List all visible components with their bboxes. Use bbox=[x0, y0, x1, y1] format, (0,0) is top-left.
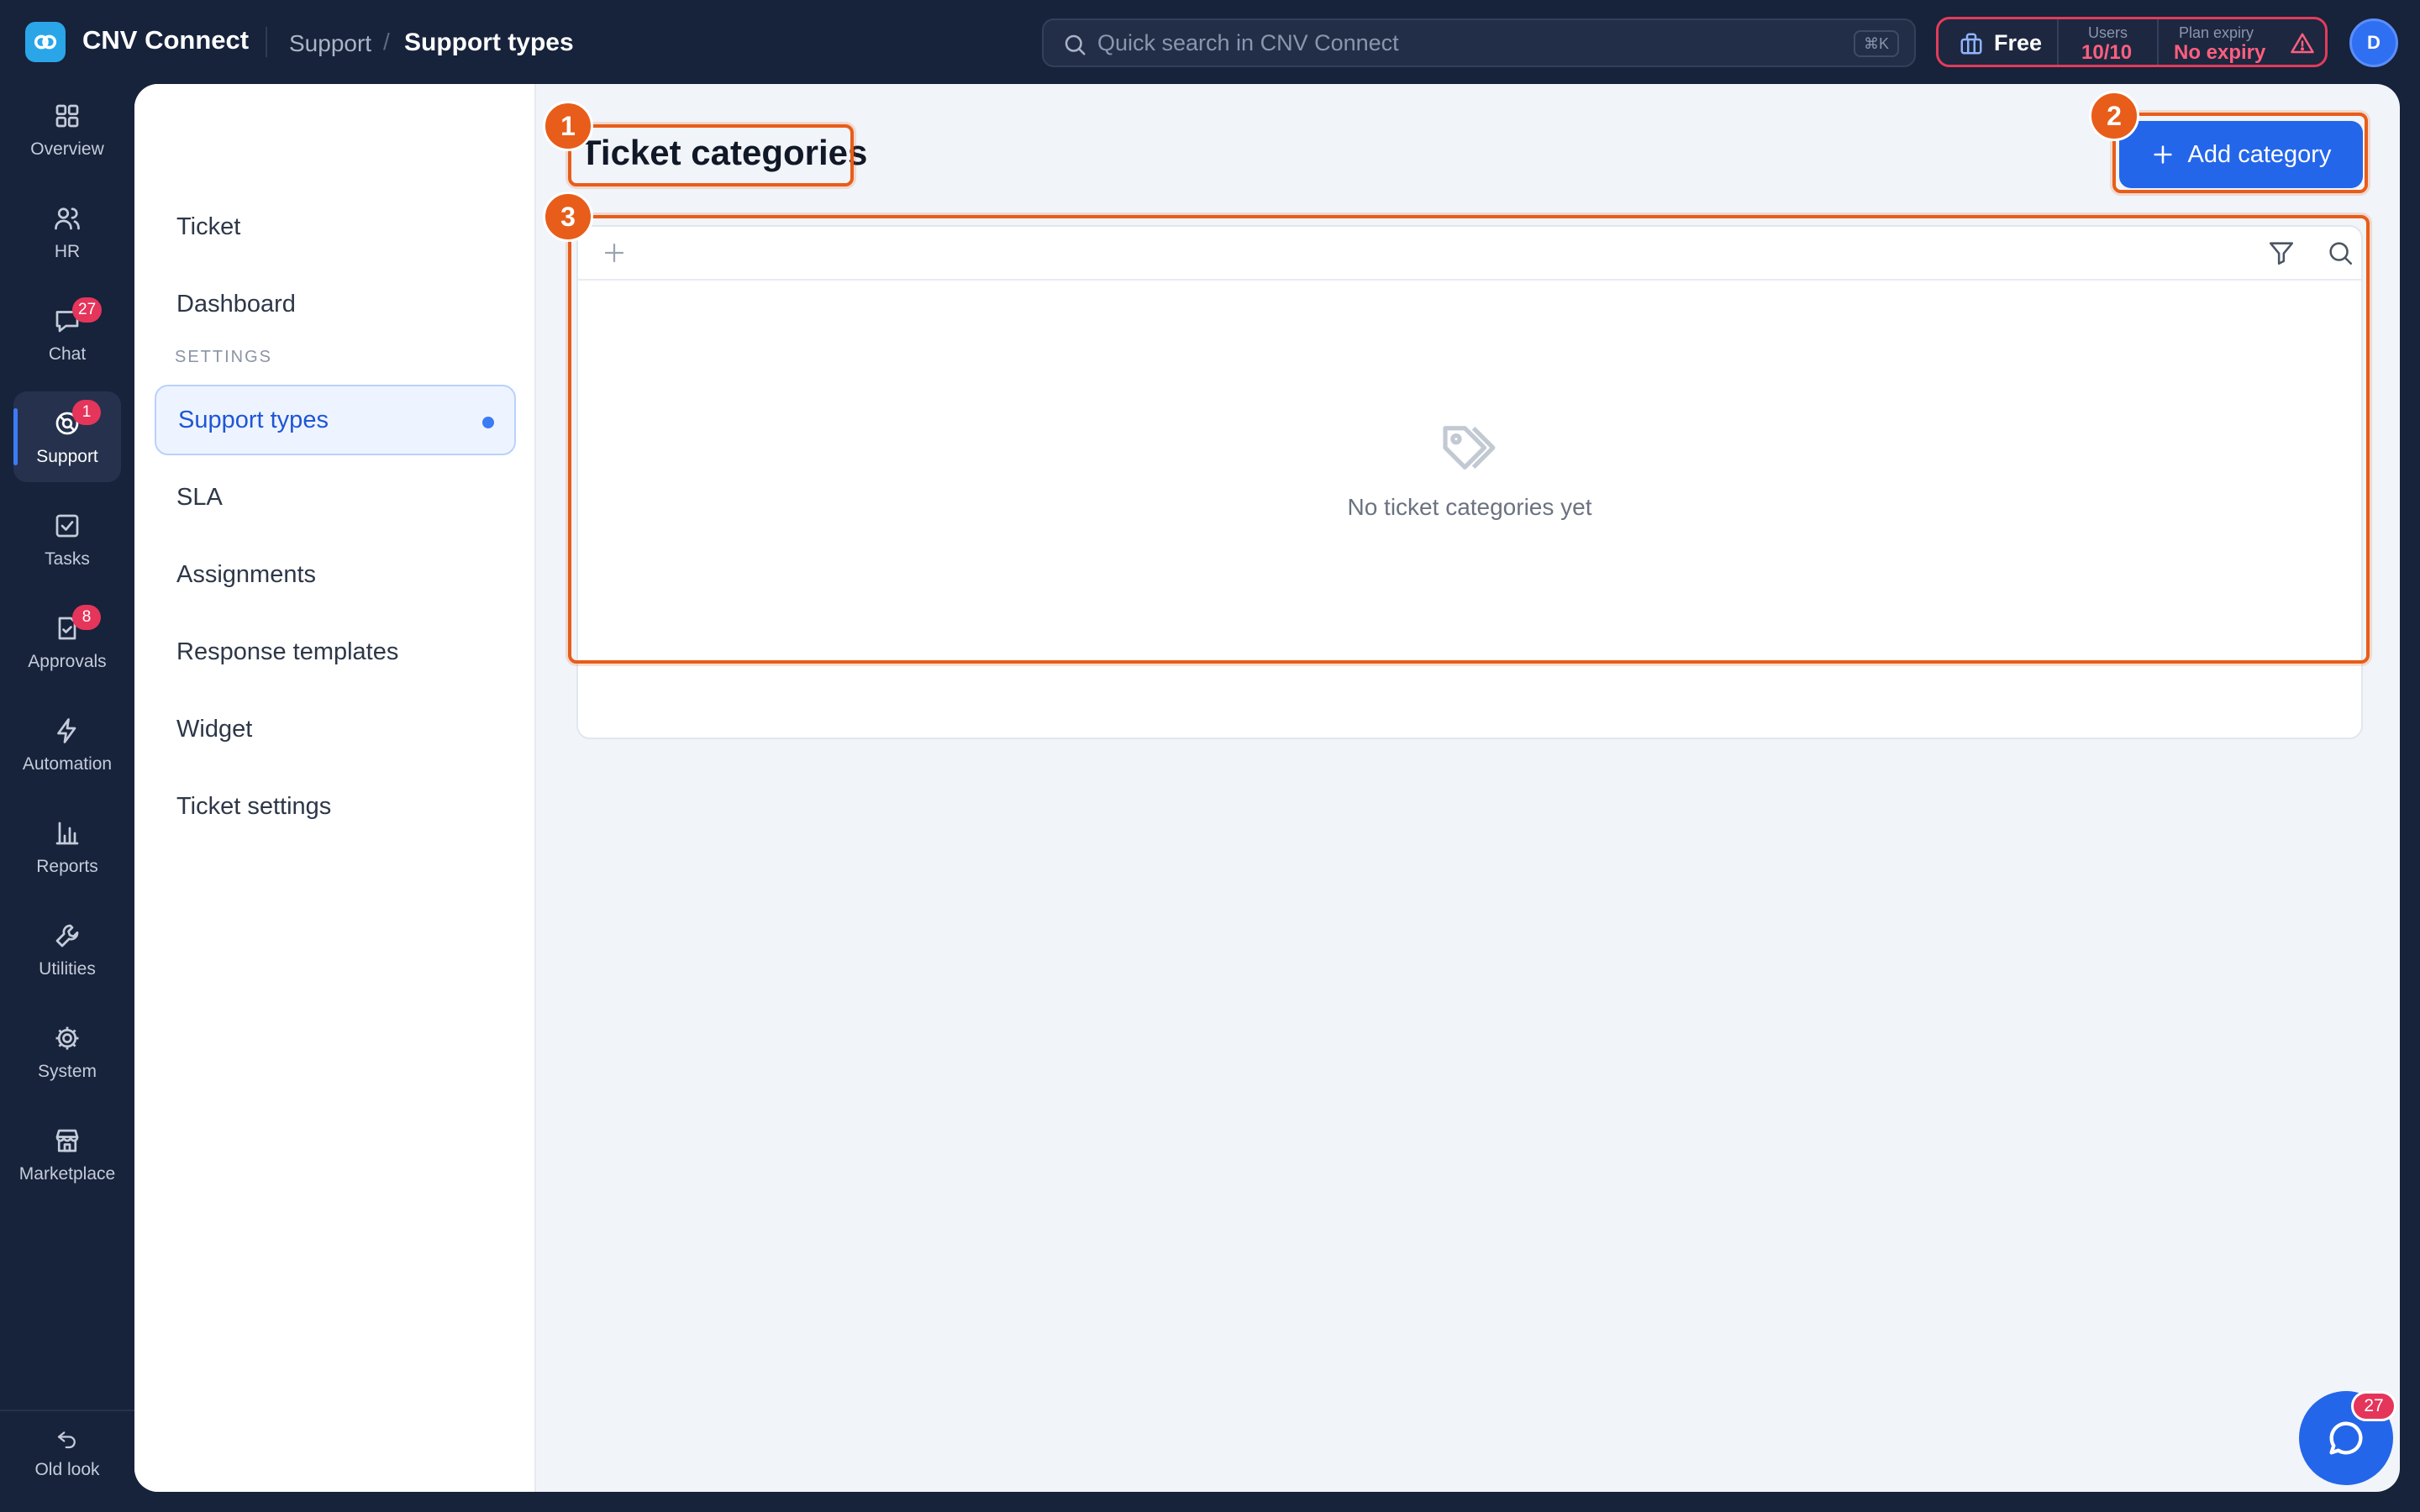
rail-divider bbox=[0, 1410, 134, 1411]
main-nav-rail: Overview HR 27 Chat 1 Support Tasks 8 Ap… bbox=[0, 84, 134, 1512]
user-avatar[interactable]: D bbox=[2349, 18, 2398, 67]
store-icon bbox=[55, 1129, 79, 1152]
plan-status[interactable]: Free Users 10/10 Plan expiry No expiry bbox=[1936, 17, 2328, 67]
subnav-item-dashboard[interactable]: Dashboard bbox=[155, 269, 516, 339]
nav-reports[interactable]: Reports bbox=[13, 801, 121, 892]
top-bar: CNV Connect Support / Support types ⌘K F… bbox=[0, 0, 2420, 84]
nav-label: HR bbox=[54, 242, 81, 261]
nav-label: Automation bbox=[22, 754, 113, 774]
nav-label: Approvals bbox=[28, 652, 107, 671]
active-dot-icon bbox=[482, 417, 494, 428]
nav-chat[interactable]: 27 Chat bbox=[13, 289, 121, 380]
plan-divider bbox=[2157, 19, 2159, 65]
nav-label: Utilities bbox=[39, 959, 96, 979]
wrench-icon bbox=[55, 924, 79, 948]
breadcrumb-parent[interactable]: Support bbox=[289, 30, 371, 57]
subnav-item-widget[interactable]: Widget bbox=[155, 694, 516, 764]
nav-label: System bbox=[37, 1062, 97, 1081]
nav-support[interactable]: 1 Support bbox=[13, 391, 121, 482]
grid-icon bbox=[55, 104, 79, 128]
nav-label: Tasks bbox=[45, 549, 90, 569]
app-logo-icon[interactable] bbox=[25, 22, 66, 62]
support-badge: 1 bbox=[72, 400, 101, 425]
nav-tasks[interactable]: Tasks bbox=[13, 494, 121, 585]
subnav-item-sla[interactable]: SLA bbox=[155, 462, 516, 533]
nav-label: Overview bbox=[30, 139, 104, 159]
subnav-item-assignments[interactable]: Assignments bbox=[155, 539, 516, 610]
users-value: 10/10 bbox=[2081, 41, 2133, 64]
breadcrumb-current: Support types bbox=[404, 29, 574, 56]
plan-divider bbox=[2057, 19, 2059, 65]
subnav-item-response-templates[interactable]: Response templates bbox=[155, 617, 516, 687]
chat-bubble-icon bbox=[2329, 1421, 2363, 1455]
chat-badge: 27 bbox=[72, 297, 103, 323]
quick-search[interactable]: ⌘K bbox=[1042, 18, 1916, 67]
subnav-item-ticket[interactable]: Ticket bbox=[155, 192, 516, 262]
subnav-item-support-types[interactable]: Support types bbox=[155, 385, 516, 455]
plan-expiry-label: Plan expiry bbox=[2179, 24, 2254, 41]
chat-fab-badge: 27 bbox=[2351, 1391, 2396, 1421]
nav-label: Reports bbox=[36, 857, 98, 876]
plan-name: Free bbox=[1994, 30, 2043, 55]
gift-icon bbox=[1960, 33, 1982, 55]
nav-marketplace[interactable]: Marketplace bbox=[13, 1109, 121, 1200]
users-icon bbox=[55, 207, 80, 230]
undo-icon bbox=[57, 1431, 76, 1449]
breadcrumb-separator: / bbox=[383, 29, 390, 55]
title-divider bbox=[266, 27, 267, 57]
annotation-marker-1: 1 bbox=[543, 101, 593, 151]
annotation-marker-3: 3 bbox=[543, 192, 593, 242]
plan-expiry-value: No expiry bbox=[2174, 41, 2266, 64]
nav-hr[interactable]: HR bbox=[13, 186, 121, 277]
app-title[interactable]: CNV Connect bbox=[82, 25, 249, 55]
approvals-badge: 8 bbox=[72, 605, 101, 630]
search-input[interactable] bbox=[1097, 27, 1837, 59]
subnav-item-ticket-settings[interactable]: Ticket settings bbox=[155, 771, 516, 842]
annotation-box-2 bbox=[2112, 113, 2368, 193]
nav-label: Marketplace bbox=[18, 1164, 116, 1184]
support-subnav: Ticket Dashboard SETTINGS Support types … bbox=[134, 84, 536, 1492]
lightning-icon bbox=[57, 718, 76, 743]
nav-label: Support bbox=[36, 447, 98, 466]
chat-fab-button[interactable]: 27 bbox=[2299, 1391, 2396, 1485]
search-shortcut: ⌘K bbox=[1853, 30, 1899, 57]
warning-icon bbox=[2291, 33, 2314, 54]
nav-system[interactable]: System bbox=[13, 1006, 121, 1097]
users-label: Users bbox=[2088, 24, 2128, 41]
search-icon bbox=[1065, 34, 1086, 55]
annotation-box-1 bbox=[568, 124, 854, 186]
nav-overview[interactable]: Overview bbox=[13, 84, 121, 175]
nav-automation[interactable]: Automation bbox=[13, 699, 121, 790]
nav-approvals[interactable]: 8 Approvals bbox=[13, 596, 121, 687]
bar-chart-icon bbox=[55, 822, 79, 845]
task-check-icon bbox=[55, 514, 79, 538]
nav-label: Chat bbox=[48, 344, 87, 364]
old-look-label: Old look bbox=[34, 1460, 100, 1479]
subnav-section-heading: SETTINGS bbox=[175, 348, 273, 366]
old-look-button[interactable]: Old look bbox=[13, 1426, 121, 1502]
annotation-box-3 bbox=[568, 215, 2370, 664]
annotation-marker-2: 2 bbox=[2089, 91, 2139, 141]
gear-icon bbox=[55, 1026, 79, 1050]
nav-utilities[interactable]: Utilities bbox=[13, 904, 121, 995]
subnav-item-label: Support types bbox=[178, 406, 329, 433]
